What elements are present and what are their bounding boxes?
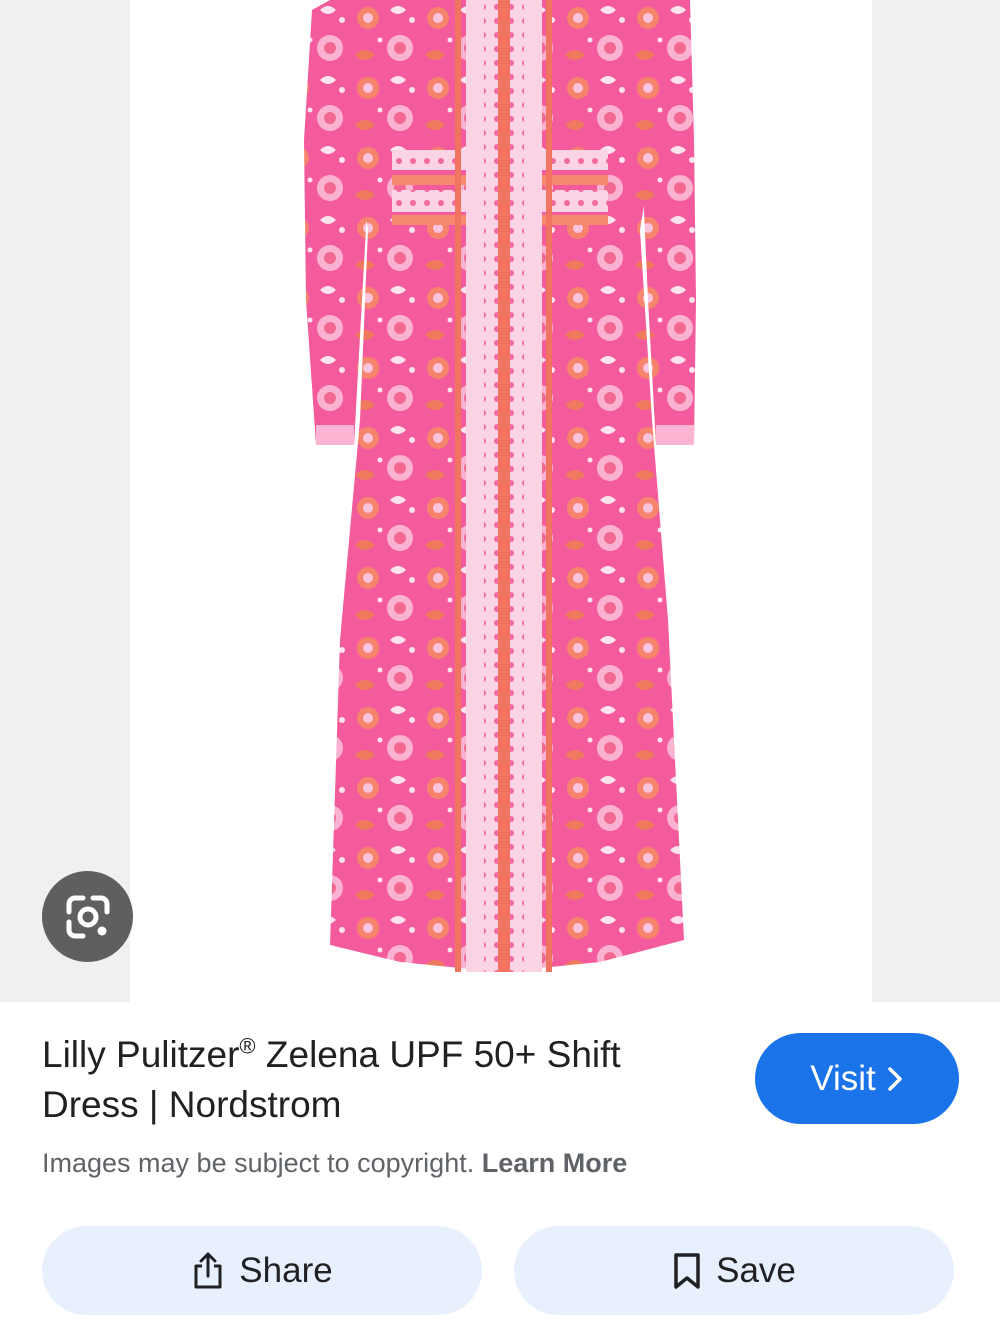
save-button[interactable]: Save [514, 1226, 954, 1315]
save-label: Save [716, 1250, 796, 1290]
share-button[interactable]: Share [42, 1226, 482, 1315]
visit-button[interactable]: Visit [755, 1033, 959, 1124]
registered-mark: ® [239, 1033, 256, 1059]
bookmark-icon [672, 1252, 702, 1290]
result-info: Lilly Pulitzer® Zelena UPF 50+ Shift Dre… [42, 1030, 722, 1130]
image-preview-area [0, 0, 1000, 1002]
share-icon [191, 1251, 225, 1291]
copyright-notice: Images may be subject to copyright. Lear… [42, 1148, 627, 1179]
copyright-text: Images may be subject to copyright. [42, 1148, 482, 1178]
visit-label: Visit [810, 1058, 876, 1098]
title-brand: Lilly Pulitzer [42, 1034, 240, 1075]
result-title[interactable]: Lilly Pulitzer® Zelena UPF 50+ Shift Dre… [42, 1030, 722, 1130]
chevron-right-icon [886, 1066, 904, 1092]
learn-more-link[interactable]: Learn More [482, 1148, 628, 1178]
google-lens-icon [63, 892, 113, 942]
google-lens-button[interactable] [42, 871, 133, 962]
dress-image[interactable] [0, 0, 1000, 1002]
share-label: Share [239, 1250, 333, 1290]
